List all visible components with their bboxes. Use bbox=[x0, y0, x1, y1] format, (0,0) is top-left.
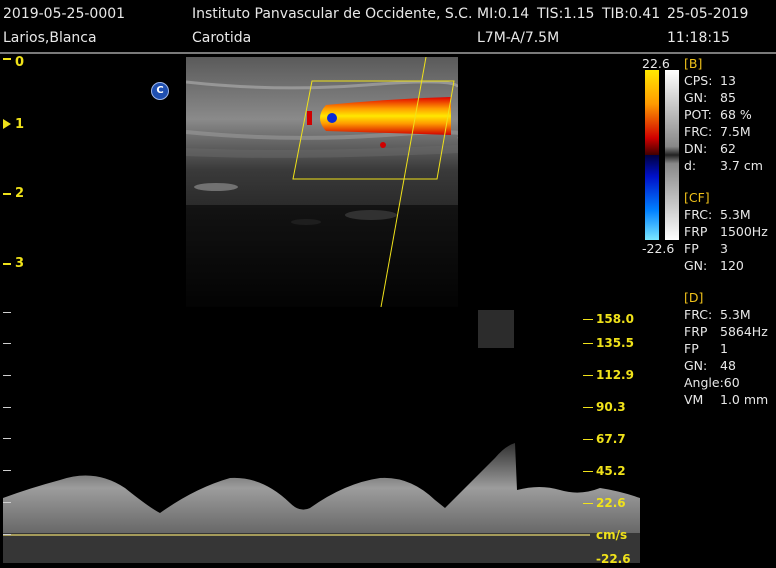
probe-name: L7M-A/7.5M bbox=[477, 30, 560, 46]
panel-b-val-d: 3.7 cm bbox=[720, 158, 763, 173]
panel-b-key-dn: DN: bbox=[684, 141, 708, 156]
tick bbox=[3, 502, 11, 503]
panel-d-val-vm: 1.0 mm bbox=[720, 392, 769, 407]
tis-readout: TIS:1.15 bbox=[537, 6, 595, 22]
panel-cf-val-frp: 1500Hz bbox=[720, 224, 768, 239]
panel-d-val-fp: 1 bbox=[720, 341, 728, 356]
panel-b-key-gn: GN: bbox=[684, 90, 708, 105]
focus-marker-icon bbox=[3, 119, 11, 129]
color-mode-icon: C bbox=[151, 82, 169, 100]
velocity-tick bbox=[583, 407, 593, 408]
grayscale-bar bbox=[665, 70, 679, 240]
velocity-label: -22.6 bbox=[596, 552, 631, 566]
panel-cf-val-fp: 3 bbox=[720, 241, 728, 256]
velocity-tick bbox=[583, 471, 593, 472]
velocity-label: 158.0 bbox=[596, 312, 634, 326]
panel-b-val-gn: 85 bbox=[720, 90, 736, 105]
panel-b-val-pot: 68 % bbox=[720, 107, 752, 122]
tick bbox=[3, 343, 11, 344]
panel-b-key-cps: CPS: bbox=[684, 73, 713, 88]
panel-b-key-pot: POT: bbox=[684, 107, 712, 122]
panel-d-title: [D] bbox=[684, 290, 704, 305]
panel-cf-key-frp: FRP bbox=[684, 224, 708, 239]
velocity-label: 22.6 bbox=[596, 496, 626, 510]
panel-d-angle: Angle:60 bbox=[684, 375, 740, 390]
institution-name: Instituto Panvascular de Occidente, S.C. bbox=[192, 6, 473, 22]
tick bbox=[3, 375, 11, 376]
colorbar-max: 22.6 bbox=[642, 56, 670, 71]
colorbar-min: -22.6 bbox=[642, 241, 675, 256]
panel-b-title: [B] bbox=[684, 56, 703, 71]
velocity-label: 90.3 bbox=[596, 400, 626, 414]
panel-b-val-dn: 62 bbox=[720, 141, 736, 156]
depth-tick bbox=[3, 58, 11, 60]
depth-label-3: 3 bbox=[15, 256, 25, 271]
velocity-label: 135.5 bbox=[596, 336, 634, 350]
exam-date: 25-05-2019 bbox=[667, 6, 749, 22]
velocity-label: 67.7 bbox=[596, 432, 626, 446]
velocity-tick bbox=[583, 319, 593, 320]
depth-tick bbox=[3, 193, 11, 195]
mi-readout: MI:0.14 bbox=[477, 6, 530, 22]
panel-b-key-frc: FRC: bbox=[684, 124, 713, 139]
depth-label-1: 1 bbox=[15, 117, 25, 132]
panel-d-val-gn: 48 bbox=[720, 358, 736, 373]
tick bbox=[3, 534, 11, 535]
tick bbox=[3, 438, 11, 439]
panel-cf-key-frc: FRC: bbox=[684, 207, 713, 222]
velocity-tick bbox=[583, 439, 593, 440]
tick bbox=[3, 470, 11, 471]
panel-d-key-vm: VM bbox=[684, 392, 704, 407]
panel-b-val-frc: 7.5M bbox=[720, 124, 751, 139]
velocity-tick bbox=[583, 343, 593, 344]
patient-name: Larios,Blanca bbox=[3, 30, 97, 46]
tib-readout: TIB:0.41 bbox=[602, 6, 661, 22]
depth-tick bbox=[3, 263, 11, 265]
panel-d-key-fp: FP bbox=[684, 341, 699, 356]
bmode-image bbox=[186, 57, 458, 307]
panel-d-key-frc: FRC: bbox=[684, 307, 713, 322]
panel-cf-key-fp: FP bbox=[684, 241, 699, 256]
spectral-doppler-trace bbox=[0, 308, 642, 566]
depth-label-2: 2 bbox=[15, 186, 25, 201]
study-name: Carotida bbox=[192, 30, 252, 46]
reverse-flow-spot bbox=[327, 113, 337, 123]
exam-id: 2019-05-25-0001 bbox=[3, 6, 126, 22]
panel-b-val-cps: 13 bbox=[720, 73, 736, 88]
tick bbox=[3, 312, 11, 313]
velocity-tick bbox=[583, 503, 593, 504]
panel-cf-title: [CF] bbox=[684, 190, 710, 205]
velocity-label: 112.9 bbox=[596, 368, 634, 382]
exam-time: 11:18:15 bbox=[667, 30, 730, 46]
panel-d-key-gn: GN: bbox=[684, 358, 708, 373]
velocity-label: 45.2 bbox=[596, 464, 626, 478]
depth-label-0: 0 bbox=[15, 55, 25, 70]
color-scale-positive bbox=[645, 70, 659, 155]
header-separator bbox=[0, 52, 776, 54]
velocity-unit: cm/s bbox=[596, 528, 628, 542]
color-scale-negative bbox=[645, 155, 659, 240]
tick bbox=[3, 407, 11, 408]
panel-d-key-frp: FRP bbox=[684, 324, 708, 339]
panel-cf-key-gn: GN: bbox=[684, 258, 708, 273]
panel-b-key-d: d: bbox=[684, 158, 697, 173]
panel-cf-val-gn: 120 bbox=[720, 258, 744, 273]
velocity-tick bbox=[583, 375, 593, 376]
panel-d-val-frc: 5.3M bbox=[720, 307, 751, 322]
panel-d-val-frp: 5864Hz bbox=[720, 324, 768, 339]
panel-cf-val-frc: 5.3M bbox=[720, 207, 751, 222]
